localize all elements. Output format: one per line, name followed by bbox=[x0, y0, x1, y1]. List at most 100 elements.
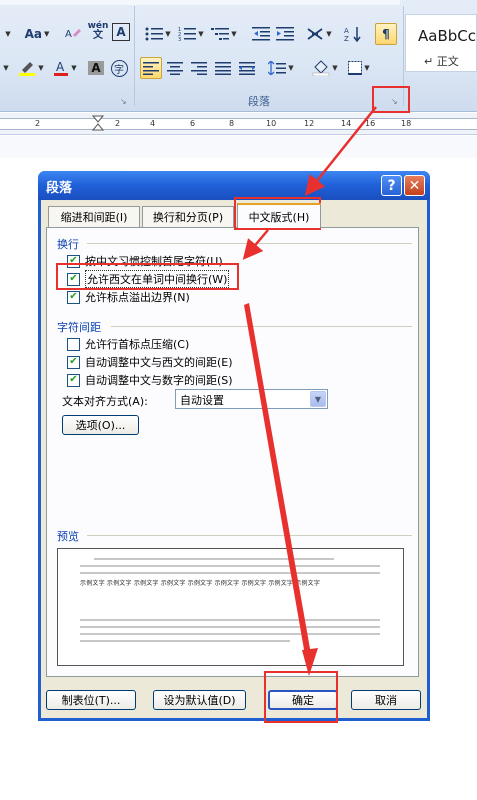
cancel-button[interactable]: 取消 bbox=[351, 690, 421, 710]
indent-marker-icon[interactable] bbox=[92, 115, 104, 135]
svg-text:Z: Z bbox=[344, 35, 349, 42]
phonetic-guide-button[interactable]: wén 文 bbox=[86, 20, 110, 42]
distribute-icon bbox=[239, 62, 255, 75]
show-marks-button[interactable]: ¶ bbox=[375, 23, 397, 45]
ruler-number: 14 bbox=[341, 119, 352, 128]
bordered-char-label: A bbox=[116, 25, 126, 39]
paragraph-dialog: 段落 ? ✕ 缩进和间距(I) 换行和分页(P) 中文版式(H) 换行 ✔ 按中… bbox=[38, 171, 430, 721]
numbering-icon: 123 bbox=[178, 27, 197, 41]
options-button[interactable]: 选项(O)... bbox=[62, 415, 139, 435]
tab-label: 缩进和间距(I) bbox=[60, 211, 128, 224]
option-auto-space-latin[interactable]: ✔ 自动调整中文与西文的间距(E) bbox=[67, 354, 233, 370]
ribbon-top-strip bbox=[0, 0, 400, 5]
bullets-button[interactable]: ▼ bbox=[143, 23, 173, 45]
tab-label: 中文版式(H) bbox=[248, 210, 310, 224]
increase-indent-icon bbox=[276, 27, 294, 41]
help-button[interactable]: ? bbox=[381, 175, 402, 196]
shading-button[interactable]: ▼ bbox=[310, 57, 340, 79]
option-label: 允许行首标点压缩(C) bbox=[85, 338, 190, 351]
tabs-button[interactable]: 制表位(T)... bbox=[46, 690, 136, 710]
justify-button[interactable] bbox=[212, 57, 234, 79]
enclose-char-icon: 字 bbox=[110, 59, 128, 77]
style-name: ↵ 正文 bbox=[424, 55, 459, 68]
annotation-box-launcher bbox=[372, 86, 410, 113]
line-spacing-icon bbox=[268, 61, 287, 75]
line-spacing-button[interactable]: ▼ bbox=[266, 57, 296, 79]
change-case-button[interactable]: Aa ▼ bbox=[22, 23, 52, 45]
ruler-number: 8 bbox=[229, 119, 235, 128]
style-sample-text: AaBbCc bbox=[418, 27, 476, 45]
distribute-button[interactable] bbox=[236, 57, 258, 79]
section-preview: 预览 bbox=[57, 530, 79, 543]
font-color-partial-dropdown[interactable]: ▼ bbox=[0, 57, 10, 79]
preview-previous-lines bbox=[80, 558, 380, 642]
tab-indent-spacing[interactable]: 缩进和间距(I) bbox=[48, 206, 140, 227]
font-size-dropdown[interactable]: ▼ bbox=[0, 23, 14, 45]
sort-button[interactable]: AZ bbox=[342, 23, 364, 45]
char-shading-button[interactable]: A bbox=[86, 57, 106, 79]
bordered-char-button[interactable]: A bbox=[112, 23, 130, 41]
ruler-number: 4 bbox=[150, 119, 156, 128]
font-color-swatch bbox=[54, 73, 69, 76]
checkbox-checked-icon[interactable]: ✔ bbox=[67, 290, 80, 304]
close-button[interactable]: ✕ bbox=[404, 175, 425, 196]
group-divider bbox=[134, 6, 135, 106]
text-alignment-label: 文本对齐方式(A): bbox=[62, 395, 148, 408]
borders-button[interactable]: ▼ bbox=[344, 57, 374, 79]
quick-style-normal[interactable]: AaBbCc ↵ 正文 bbox=[405, 14, 477, 72]
font-color-icon: A bbox=[54, 60, 69, 76]
decrease-indent-button[interactable] bbox=[250, 23, 272, 45]
svg-text:A: A bbox=[56, 60, 65, 74]
ruler-number: 18 bbox=[401, 119, 412, 128]
align-right-icon bbox=[191, 62, 207, 75]
annotation-box-ok bbox=[264, 671, 338, 723]
align-left-button[interactable] bbox=[140, 57, 162, 79]
chevron-down-icon: ▼ bbox=[44, 30, 50, 38]
help-icon: ? bbox=[387, 177, 396, 194]
enclose-char-button[interactable]: 字 bbox=[108, 57, 130, 79]
checkbox-checked-icon[interactable]: ✔ bbox=[67, 373, 80, 387]
checkbox-unchecked-icon[interactable] bbox=[67, 337, 80, 351]
preview-sample-text: 示例文字 示例文字 示例文字 示例文字 示例文字 示例文字 示例文字 示例文字 … bbox=[80, 580, 321, 587]
tab-line-page-breaks[interactable]: 换行和分页(P) bbox=[142, 206, 234, 227]
paragraph-group-label: 段落 bbox=[248, 95, 270, 108]
numbering-button[interactable]: 1 2 3 ▼ bbox=[176, 23, 206, 45]
asian-layout-icon bbox=[307, 28, 323, 40]
horizontal-ruler[interactable]: 2 2 4 6 8 10 12 14 16 18 bbox=[0, 113, 477, 135]
button-label: 制表位(T)... bbox=[61, 694, 121, 707]
ruler-number: 2 bbox=[35, 119, 41, 128]
chevron-down-icon[interactable]: ▼ bbox=[310, 391, 326, 407]
section-divider bbox=[111, 326, 412, 327]
button-label: 选项(O)... bbox=[75, 419, 126, 432]
document-area[interactable] bbox=[0, 136, 477, 158]
paragraph-mark-icon: ¶ bbox=[382, 27, 390, 41]
decrease-indent-icon bbox=[252, 27, 270, 41]
dialog-titlebar[interactable]: 段落 ? ✕ bbox=[38, 171, 430, 200]
font-color-button[interactable]: A ▼ bbox=[50, 57, 80, 79]
checkbox-checked-icon[interactable]: ✔ bbox=[67, 355, 80, 369]
clear-format-button[interactable]: A bbox=[62, 23, 84, 45]
text-alignment-select[interactable]: 自动设置 ▼ bbox=[175, 389, 328, 409]
increase-indent-button[interactable] bbox=[274, 23, 296, 45]
multilevel-list-icon bbox=[211, 28, 230, 40]
highlight-button[interactable]: ▼ bbox=[14, 57, 48, 79]
align-center-button[interactable] bbox=[164, 57, 186, 79]
clear-format-icon: A bbox=[65, 29, 81, 40]
set-default-button[interactable]: 设为默认值(D) bbox=[153, 690, 246, 710]
multilevel-list-button[interactable]: ▼ bbox=[209, 23, 239, 45]
button-label: 取消 bbox=[375, 694, 397, 707]
button-label: 设为默认值(D) bbox=[163, 694, 236, 707]
font-dialog-launcher-icon[interactable]: ↘ bbox=[120, 97, 130, 107]
align-left-icon bbox=[143, 62, 159, 75]
char-shading-icon: A bbox=[88, 61, 104, 75]
section-char-spacing: 字符间距 bbox=[57, 321, 101, 334]
tab-asian-typography[interactable]: 中文版式(H) bbox=[237, 203, 321, 228]
align-right-button[interactable] bbox=[188, 57, 210, 79]
asian-layout-button[interactable]: ▼ bbox=[304, 23, 334, 45]
option-auto-space-number[interactable]: ✔ 自动调整中文与数字的间距(S) bbox=[67, 372, 233, 388]
option-compress-punctuation[interactable]: 允许行首标点压缩(C) bbox=[67, 336, 189, 352]
justify-icon bbox=[215, 62, 231, 75]
svg-text:3: 3 bbox=[178, 37, 181, 41]
option-hanging-punctuation[interactable]: ✔ 允许标点溢出边界(N) bbox=[67, 289, 190, 305]
option-label: 自动调整中文与数字的间距(S) bbox=[85, 374, 233, 387]
